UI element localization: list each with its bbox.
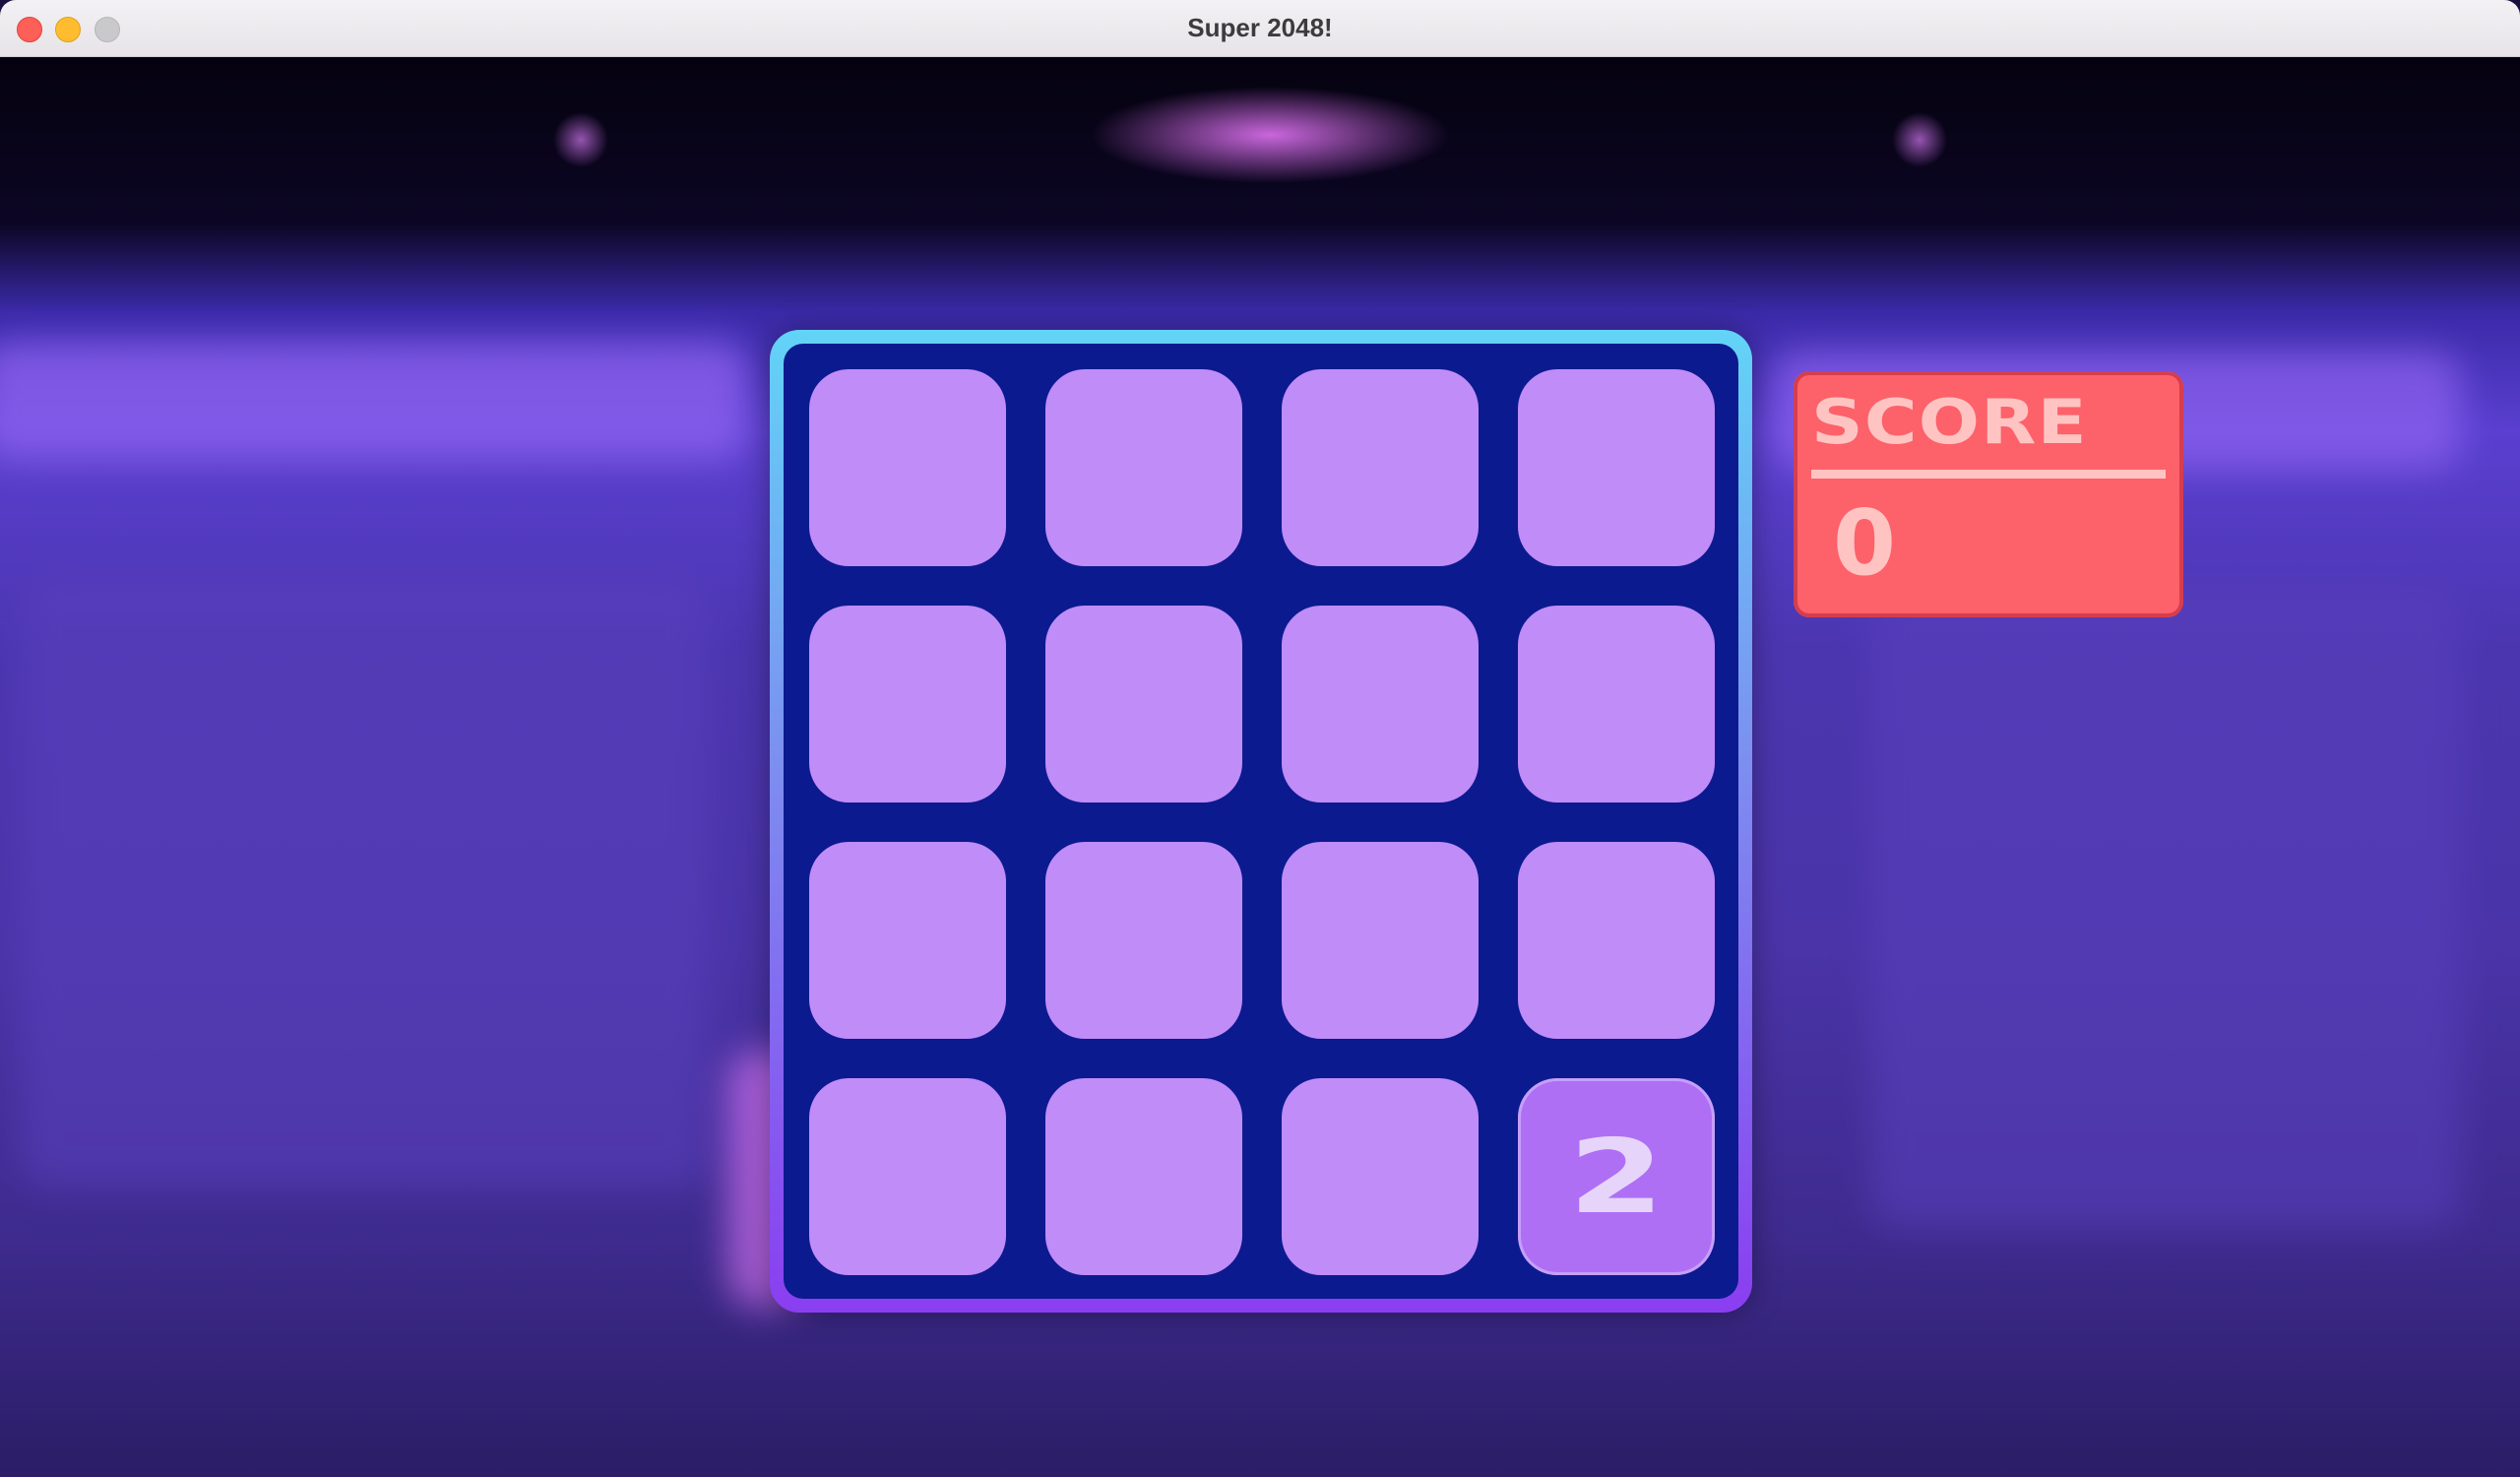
empty-tile xyxy=(1282,369,1479,566)
background-left-band xyxy=(0,342,748,460)
game-board[interactable]: 2 xyxy=(770,330,1752,1313)
score-panel: SCORE 0 xyxy=(1794,371,2183,617)
tile: 2 xyxy=(1518,1078,1715,1275)
board-grid: 2 xyxy=(784,344,1738,1299)
game-scene: 2 SCORE 0 xyxy=(0,56,2520,1477)
score-label: SCORE xyxy=(1811,386,2088,458)
empty-tile xyxy=(1282,606,1479,803)
game-window: Super 2048! 2 SCORE 0 xyxy=(0,0,2520,1477)
window-title: Super 2048! xyxy=(1187,13,1333,42)
empty-tile xyxy=(809,606,1006,803)
empty-tile xyxy=(1045,842,1242,1039)
empty-tile xyxy=(1518,606,1715,803)
empty-tile xyxy=(1518,842,1715,1039)
empty-tile xyxy=(1045,606,1242,803)
background-right-building xyxy=(1870,588,2461,1228)
tile-value: 2 xyxy=(1568,1117,1665,1237)
background-left-building xyxy=(20,578,709,1188)
empty-tile xyxy=(1045,369,1242,566)
score-value: 0 xyxy=(1833,490,1897,596)
empty-tile xyxy=(809,369,1006,566)
empty-tile xyxy=(809,1078,1006,1275)
score-divider xyxy=(1811,470,2166,479)
title-bar: Super 2048! xyxy=(0,0,2520,57)
empty-tile xyxy=(1045,1078,1242,1275)
empty-tile xyxy=(1282,842,1479,1039)
empty-tile xyxy=(1518,369,1715,566)
empty-tile xyxy=(809,842,1006,1039)
empty-tile xyxy=(1282,1078,1479,1275)
